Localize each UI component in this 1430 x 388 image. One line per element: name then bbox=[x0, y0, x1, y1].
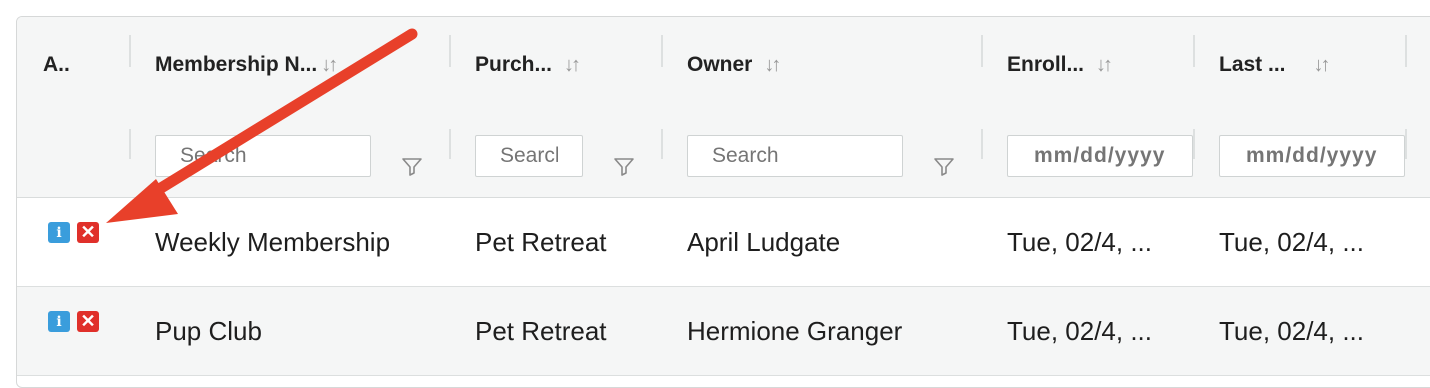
column-label: Membership N... bbox=[155, 53, 318, 76]
last-date-input[interactable] bbox=[1219, 135, 1405, 177]
column-header-membership-name[interactable]: Membership N... ↓↑ bbox=[155, 17, 338, 113]
info-icon[interactable]: i bbox=[48, 222, 70, 243]
purchase-search-input[interactable] bbox=[475, 135, 583, 177]
column-separator bbox=[1193, 129, 1195, 159]
grid-header: A.. Membership N... ↓↑ Purch... ↓↑ Owner… bbox=[17, 17, 1430, 198]
column-separator bbox=[449, 129, 451, 159]
column-separator[interactable] bbox=[1193, 35, 1195, 67]
column-separator[interactable] bbox=[449, 35, 451, 67]
column-header-actions[interactable]: A.. bbox=[43, 17, 70, 113]
table-row[interactable]: i ✕ Weekly Membership Pet Retreat April … bbox=[17, 198, 1430, 287]
last-cell: Tue, 02/4, ... bbox=[1219, 315, 1365, 346]
column-label: Last ... bbox=[1219, 53, 1286, 76]
column-separator[interactable] bbox=[129, 35, 131, 67]
delete-icon[interactable]: ✕ bbox=[77, 222, 99, 243]
table-row[interactable]: i ✕ Pup Club Pet Retreat Hermione Grange… bbox=[17, 287, 1430, 376]
last-cell: Tue, 02/4, ... bbox=[1219, 226, 1365, 257]
column-label: A.. bbox=[43, 53, 70, 76]
purchase-cell: Pet Retreat bbox=[475, 226, 607, 257]
sort-icon[interactable]: ↓↑ bbox=[564, 54, 581, 77]
owner-cell: April Ludgate bbox=[687, 226, 841, 257]
owner-search-input[interactable] bbox=[687, 135, 903, 177]
enrolled-cell: Tue, 02/4, ... bbox=[1007, 226, 1153, 257]
membership-search-input[interactable] bbox=[155, 135, 371, 177]
column-separator bbox=[661, 129, 663, 159]
column-separator[interactable] bbox=[1405, 35, 1407, 67]
column-separator[interactable] bbox=[661, 35, 663, 67]
column-label: Owner bbox=[687, 53, 753, 76]
sort-icon[interactable]: ↓↑ bbox=[764, 54, 781, 77]
filter-icon[interactable] bbox=[933, 155, 955, 177]
membership-name-cell: Pup Club bbox=[155, 315, 262, 346]
memberships-grid: A.. Membership N... ↓↑ Purch... ↓↑ Owner… bbox=[16, 16, 1430, 388]
column-label: Purch... bbox=[475, 53, 553, 76]
column-separator bbox=[981, 129, 983, 159]
column-separator bbox=[1405, 129, 1407, 159]
sort-icon[interactable]: ↓↑ bbox=[1096, 54, 1113, 77]
column-separator[interactable] bbox=[981, 35, 983, 67]
sort-icon[interactable]: ↓↑ bbox=[321, 54, 338, 77]
column-header-owner[interactable]: Owner ↓↑ bbox=[687, 17, 781, 113]
column-header-enrolled[interactable]: Enroll... ↓↑ bbox=[1007, 17, 1113, 113]
column-separator bbox=[129, 129, 131, 159]
info-icon[interactable]: i bbox=[48, 311, 70, 332]
purchase-cell: Pet Retreat bbox=[475, 315, 607, 346]
enrolled-date-input[interactable] bbox=[1007, 135, 1193, 177]
column-header-last[interactable]: Last ... ↓↑ bbox=[1219, 17, 1331, 113]
enrolled-cell: Tue, 02/4, ... bbox=[1007, 315, 1153, 346]
filter-icon[interactable] bbox=[613, 155, 635, 177]
owner-cell: Hermione Granger bbox=[687, 315, 903, 346]
column-header-purchase[interactable]: Purch... ↓↑ bbox=[475, 17, 581, 113]
filter-icon[interactable] bbox=[401, 155, 423, 177]
sort-icon[interactable]: ↓↑ bbox=[1314, 54, 1331, 77]
delete-icon[interactable]: ✕ bbox=[77, 311, 99, 332]
column-label: Enroll... bbox=[1007, 53, 1085, 76]
membership-name-cell: Weekly Membership bbox=[155, 226, 391, 257]
